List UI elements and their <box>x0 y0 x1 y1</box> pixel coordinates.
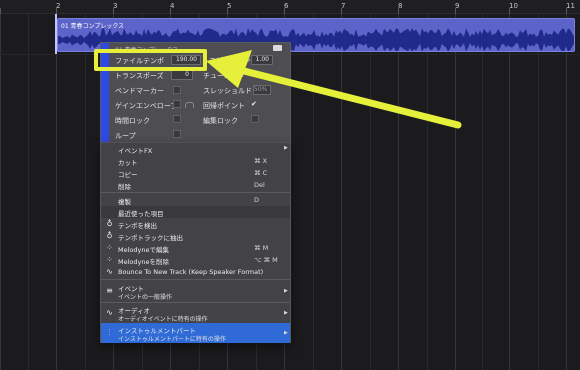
menu-group-subtitle: オーディオイベントに特有の操作 <box>118 316 208 323</box>
instrument-icon: ⫶ <box>108 328 111 337</box>
threshold-label: スレッショルド <box>203 87 252 95</box>
edit-lock-label: 編集ロック <box>203 117 238 125</box>
grid-line <box>313 14 314 370</box>
grid-line <box>566 14 567 370</box>
menu-item-label: 削除 <box>118 183 131 191</box>
menu-item-melodyne-edit[interactable]: ⁘ Melodyneで編集 ⌘ M <box>101 242 290 254</box>
grid-line <box>509 14 510 370</box>
submenu-arrow-icon: ▶ <box>284 310 288 316</box>
bend-marker-checkbox[interactable] <box>173 86 181 94</box>
grid-line <box>28 14 29 370</box>
menu-group-instrument-part[interactable]: ⫶ インストゥルメントパート インストゥルメントパートに特有の操作 ▶ <box>101 323 290 343</box>
grid-line <box>455 14 456 370</box>
menu-item-label: Bounce To New Track (Keep Speaker Format… <box>118 268 264 276</box>
menu-group-event[interactable]: ≡ イベント イベントの一般操作 ▶ <box>101 281 290 301</box>
melodyne-remove-icon: ⁘ <box>106 255 113 264</box>
menu-item-label: 複製 <box>118 198 131 206</box>
menu-shortcut: ⌘ M <box>254 244 269 252</box>
menu-item-label: イベントFX <box>118 147 153 155</box>
gain-envelope-label: ゲインエンベロープ <box>115 102 178 110</box>
menu-item-label: カット <box>118 159 138 167</box>
menu-item-bounce[interactable]: ∿ Bounce To New Track (Keep Speaker Form… <box>101 266 290 278</box>
menu-item-copy[interactable]: コピー ⌘ C <box>101 167 290 179</box>
menu-separator <box>101 192 290 193</box>
menu-item-label: テンポを検出 <box>118 222 157 230</box>
menu-item-event-fx[interactable]: イベントFX ▶ <box>101 143 290 155</box>
speed-factor-field[interactable]: 1.00 <box>251 55 273 65</box>
context-menu: イベントFX ▶ カット ⌘ X コピー ⌘ C 削除 Del 複製 D 最近使… <box>100 143 291 343</box>
grid-line <box>370 14 371 370</box>
threshold-field[interactable]: 50% <box>253 85 271 95</box>
tempo-detect-icon: ♁ <box>106 219 113 228</box>
return-point-label: 回帰ポイント <box>203 102 245 110</box>
grid-line <box>85 14 86 370</box>
menu-item-label: テンポトラックに抽出 <box>118 234 183 242</box>
time-lock-label: 時間ロック <box>115 117 150 125</box>
menu-item-label: Melodyneを削除 <box>118 258 169 266</box>
menu-shortcut: ⌘ C <box>254 169 268 177</box>
event-icon: ≡ <box>106 286 113 295</box>
grid-line <box>398 14 399 370</box>
grid-line <box>482 14 483 370</box>
tempo-extract-icon: ♁ <box>106 231 113 240</box>
info-panel-close-button[interactable] <box>273 45 282 51</box>
bounce-icon: ∿ <box>106 267 113 276</box>
melodyne-edit-icon: ⁘ <box>106 243 113 252</box>
return-point-check-icon[interactable]: ✔ <box>251 100 257 108</box>
menu-group-subtitle: イベントの一般操作 <box>118 294 173 301</box>
submenu-arrow-icon: ▶ <box>284 330 288 336</box>
grid-line <box>341 14 342 370</box>
gain-envelope-checkbox[interactable] <box>173 100 181 108</box>
audio-icon: ∿ <box>106 308 113 317</box>
edit-lock-checkbox[interactable] <box>251 115 259 123</box>
menu-item-delete[interactable]: 削除 Del <box>101 179 290 191</box>
submenu-arrow-icon: ▶ <box>284 145 288 151</box>
menu-item-extract-tempo[interactable]: ♁ テンポトラックに抽出 <box>101 230 290 242</box>
timeline-ruler[interactable]: 2 3 4 5 6 7 8 9 10 11 <box>0 0 580 14</box>
menu-item-melodyne-remove[interactable]: ⁘ Melodyneを削除 ⌥ ⌘ M <box>101 254 290 266</box>
highlight-annotation-box <box>94 49 207 71</box>
menu-shortcut: Del <box>254 181 265 189</box>
menu-section-recent: 最近使った項目 <box>101 206 290 218</box>
grid-line <box>538 14 539 370</box>
gain-envelope-icon[interactable] <box>185 102 194 108</box>
menu-shortcut: D <box>254 196 260 204</box>
ruler-tick-label: 10 <box>509 2 518 10</box>
menu-item-duplicate[interactable]: 複製 D <box>101 194 290 206</box>
grid-line <box>56 14 57 370</box>
menu-group-audio[interactable]: ∿ オーディオ オーディオイベントに特有の操作 ▶ <box>101 303 290 323</box>
loop-label: ループ <box>115 132 136 140</box>
transpose-label: トランスポーズ <box>115 72 164 80</box>
transpose-field[interactable]: 0 <box>171 70 193 80</box>
loop-checkbox[interactable] <box>173 130 181 138</box>
menu-item-label: コピー <box>118 171 138 179</box>
menu-shortcut: ⌘ X <box>254 157 268 165</box>
menu-shortcut: ⌥ ⌘ M <box>254 256 278 264</box>
bend-marker-label: ベンドマーカー <box>115 87 164 95</box>
menu-separator <box>101 279 290 280</box>
menu-item-label: Melodyneで編集 <box>118 246 169 254</box>
submenu-arrow-icon: ▶ <box>284 288 288 294</box>
time-lock-checkbox[interactable] <box>173 115 181 123</box>
menu-item-detect-tempo[interactable]: ♁ テンポを検出 <box>101 218 290 230</box>
menu-item-cut[interactable]: カット ⌘ X <box>101 155 290 167</box>
grid-line <box>0 14 1 370</box>
menu-section-label: 最近使った項目 <box>118 210 164 218</box>
menu-group-subtitle: インストゥルメントパートに特有の操作 <box>118 336 226 343</box>
grid-line <box>427 14 428 370</box>
tuning-label: チューニング <box>203 72 245 80</box>
ruler-tick-label: 11 <box>566 2 575 10</box>
